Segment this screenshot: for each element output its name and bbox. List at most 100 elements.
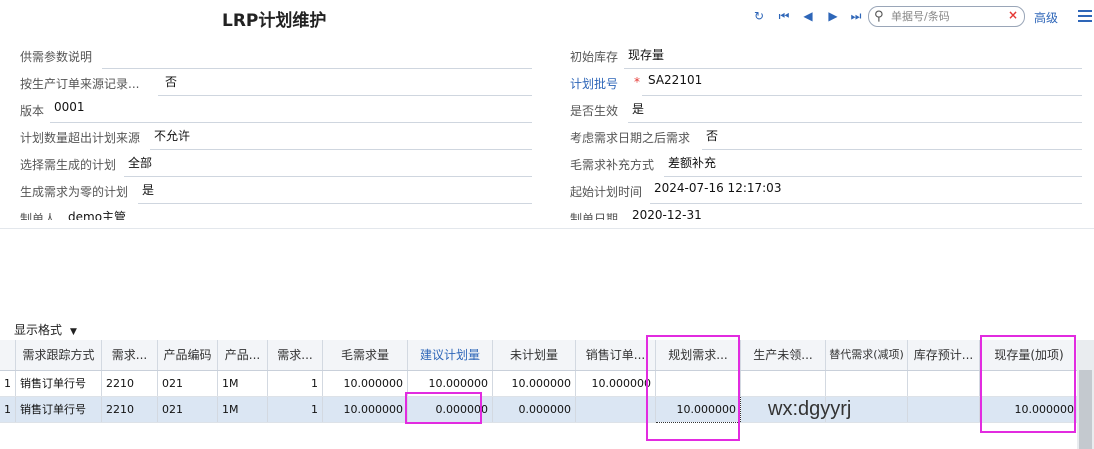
search-icon: ⚲: [874, 9, 884, 24]
field-value[interactable]: 是: [632, 100, 644, 117]
form-row-plan-batch: 计划批号 * SA22101: [570, 69, 1082, 96]
table-cell[interactable]: 10.000000: [322, 396, 408, 423]
field-label: 考虑需求日期之后需求: [570, 131, 691, 145]
search-box: ⚲ ×: [868, 6, 1025, 27]
field-value[interactable]: 现存量: [628, 46, 664, 63]
field-label: 按生产订单来源记录...: [20, 77, 140, 91]
table-cell[interactable]: [575, 396, 656, 423]
refresh-icon[interactable]: ↻: [752, 9, 766, 23]
column-header[interactable]: 规划需求...: [655, 340, 741, 371]
table-cell[interactable]: 1M: [217, 370, 268, 397]
field-label: 制单日期: [570, 212, 619, 220]
chevron-down-icon: ▼: [70, 327, 77, 337]
field-value[interactable]: demo主管: [68, 208, 126, 220]
table-cell[interactable]: [740, 370, 826, 397]
next-record-icon[interactable]: ▶: [826, 9, 840, 23]
column-header[interactable]: 销售订单...: [575, 340, 656, 371]
column-header[interactable]: 毛需求量: [322, 340, 408, 371]
field-value[interactable]: 否: [706, 127, 718, 144]
scrollbar-thumb[interactable]: [1079, 370, 1092, 449]
previous-record-icon[interactable]: ◀: [801, 9, 815, 23]
column-header[interactable]: 库存预计...: [907, 340, 980, 371]
first-record-icon[interactable]: ⏮: [777, 9, 791, 23]
field-label[interactable]: 计划批号: [570, 75, 618, 92]
field-value[interactable]: 2024-07-16 12:17:03: [654, 181, 781, 195]
table-cell[interactable]: 2210: [101, 396, 158, 423]
field-label: 版本: [20, 104, 45, 118]
last-record-icon[interactable]: ⏭: [849, 9, 863, 23]
table-cell[interactable]: 销售订单行号: [15, 396, 102, 423]
table-cell-focused[interactable]: 10.000000: [655, 395, 741, 423]
column-header[interactable]: 需求跟踪方式: [15, 340, 102, 371]
table-cell[interactable]: 10.000000: [407, 370, 493, 397]
table-cell[interactable]: [907, 396, 980, 423]
display-format-dropdown[interactable]: 显示格式 ▼: [14, 321, 77, 338]
table-row[interactable]: 1 销售订单行号 2210 021 1M 1 10.000000 10.0000…: [0, 370, 1079, 397]
column-header[interactable]: 替代需求(减项): [825, 340, 908, 371]
table-cell[interactable]: 021: [157, 396, 218, 423]
field-label: 供需参数说明: [20, 50, 93, 64]
detail-grid: 需求跟踪方式 需求... 产品编码 产品... 需求... 毛需求量 建议计划量…: [0, 340, 1094, 449]
column-header[interactable]: 产品...: [217, 340, 268, 371]
table-cell[interactable]: [655, 370, 741, 397]
column-header[interactable]: 建议计划量: [407, 340, 493, 371]
column-header[interactable]: 需求...: [101, 340, 158, 371]
table-cell[interactable]: 1M: [217, 396, 268, 423]
table-cell[interactable]: 0.000000: [492, 396, 576, 423]
field-value[interactable]: 2020-12-31: [632, 208, 702, 220]
form-row-effective: 是否生效 是: [570, 96, 1082, 123]
table-cell[interactable]: 10.000000: [979, 396, 1079, 423]
required-marker: *: [634, 75, 640, 89]
table-cell[interactable]: 10.000000: [322, 370, 408, 397]
form-row-creator: 制单人 demo主管: [20, 204, 532, 220]
advanced-search-link[interactable]: 高级: [1034, 9, 1058, 26]
vertical-scrollbar[interactable]: [1077, 340, 1094, 449]
form-row-initial-stock: 初始库存 现存量: [570, 42, 1082, 69]
table-cell[interactable]: [825, 370, 908, 397]
watermark-text: wx:dgyyrj: [768, 398, 852, 420]
form-row-after-date-demand: 考虑需求日期之后需求 否: [570, 123, 1082, 150]
menu-icon[interactable]: [1078, 10, 1092, 22]
form-row-start-time: 起始计划时间 2024-07-16 12:17:03: [570, 177, 1082, 204]
column-header[interactable]: [0, 340, 16, 371]
field-value[interactable]: 0001: [54, 100, 85, 114]
field-value[interactable]: 否: [165, 73, 177, 90]
form-row-plan-qty-exceed: 计划数量超出计划来源 不允许: [20, 123, 532, 150]
field-value[interactable]: 是: [142, 181, 154, 198]
column-header[interactable]: 未计划量: [492, 340, 576, 371]
column-header[interactable]: 产品编码: [157, 340, 218, 371]
field-value[interactable]: 全部: [128, 154, 152, 171]
field-label: 是否生效: [570, 104, 619, 118]
display-format-label: 显示格式: [14, 323, 63, 337]
search-input[interactable]: [891, 9, 1001, 24]
field-label: 毛需求补充方式: [570, 158, 655, 172]
section-divider: [0, 228, 1094, 229]
field-value[interactable]: SA22101: [648, 73, 702, 87]
column-header[interactable]: 现存量(加项): [979, 340, 1079, 371]
table-row-selected[interactable]: 1 销售订单行号 2210 021 1M 1 10.000000 0.00000…: [0, 395, 1079, 423]
field-label: 制单人: [20, 212, 57, 220]
column-header[interactable]: 需求...: [267, 340, 323, 371]
table-cell[interactable]: 销售订单行号: [15, 370, 102, 397]
table-cell[interactable]: 0.000000: [407, 396, 493, 423]
column-header[interactable]: 生产未领...: [740, 340, 826, 371]
form-row-gross-supplement: 毛需求补充方式 差额补充: [570, 150, 1082, 177]
field-label: 起始计划时间: [570, 185, 643, 199]
table-cell[interactable]: 021: [157, 370, 218, 397]
table-cell[interactable]: 10.000000: [575, 370, 656, 397]
form-row-by-production-order: 按生产订单来源记录... 否: [20, 69, 532, 96]
table-cell[interactable]: 10.000000: [492, 370, 576, 397]
table-cell[interactable]: 2210: [101, 370, 158, 397]
table-cell[interactable]: 1: [267, 370, 323, 397]
window-title: LRP计划维护: [222, 11, 327, 31]
clear-search-icon[interactable]: ×: [1008, 8, 1018, 22]
table-cell[interactable]: [907, 370, 980, 397]
title-bar: LRP计划维护 ↻ ⏮ ◀ ▶ ⏭ ⚲ × 高级: [0, 0, 1094, 34]
field-label: 计划数量超出计划来源: [20, 131, 141, 145]
field-value[interactable]: 不允许: [154, 127, 190, 144]
field-value[interactable]: 差额补充: [668, 154, 716, 171]
form-row-version: 版本 0001: [20, 96, 532, 123]
form-row-zero-demand-plans: 生成需求为零的计划 是: [20, 177, 532, 204]
table-cell[interactable]: 1: [267, 396, 323, 423]
table-cell[interactable]: [979, 370, 1079, 397]
